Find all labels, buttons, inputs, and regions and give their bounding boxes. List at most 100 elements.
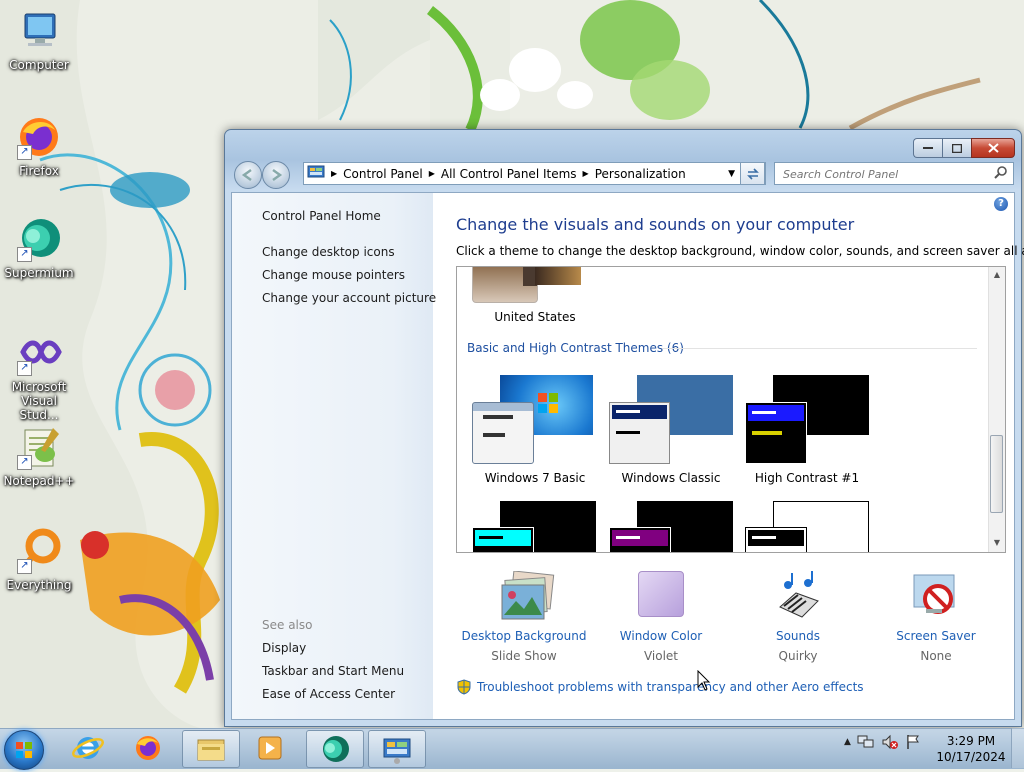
desktop-icon-label: Firefox [19,164,59,178]
theme-label-united-states[interactable]: United States [465,310,605,324]
desktop-icon-label: Notepad++ [3,474,75,488]
media-player-icon [258,736,282,760]
desktop-icon-everything[interactable]: ↗ Everything [1,528,77,592]
sounds-link[interactable]: Sounds [733,629,863,643]
shortcut-arrow-icon: ↗ [17,247,32,262]
troubleshoot-link-row[interactable]: Troubleshoot problems with transparency … [456,679,864,695]
desktop-icon-visual-studio[interactable]: ↗ Microsoft Visual Stud... [1,330,77,422]
breadcrumb-separator-icon: ▶ [331,169,338,178]
maximize-button[interactable] [942,138,971,158]
personalization-window: ▶ Control Panel ▶ All Control Panel Item… [224,129,1024,727]
desktop-icon-label: Everything [6,578,72,592]
desktop-background-link[interactable]: Desktop Background [459,629,589,643]
search-input[interactable] [781,164,990,185]
show-hidden-icons[interactable]: ▲ [844,737,851,747]
sidebar-link-desktop-icons[interactable]: Change desktop icons [262,245,395,259]
taskbar-clock[interactable]: 3:29 PM 10/17/2024 [936,733,1006,765]
sidebar-link-mouse-pointers[interactable]: Change mouse pointers [262,268,405,282]
see-also-display[interactable]: Display [262,641,306,655]
search-icon[interactable] [994,166,1007,182]
refresh-icon [746,167,759,180]
address-bar[interactable]: ▶ Control Panel ▶ All Control Panel Item… [303,162,766,185]
desktop-background-item[interactable]: Desktop Background Slide Show [459,570,589,663]
desktop-icon-label: Supermium [4,266,74,280]
theme-label-windows-7-basic[interactable]: Windows 7 Basic [465,471,605,485]
theme-thumbnail-united-states-back [535,267,581,285]
shortcut-arrow-icon: ↗ [17,361,32,376]
sidebar-link-control-panel-home[interactable]: Control Panel Home [262,209,381,223]
sounds-value: Quirky [778,649,818,663]
desktop-icon-firefox[interactable]: ↗ Firefox [1,114,77,178]
desktop-background-value: Slide Show [491,649,557,663]
theme-list-scrollbar[interactable]: ▲ ▼ [988,267,1005,552]
sounds-icon [772,571,824,623]
back-arrow-icon [241,168,252,182]
taskbar-media-player[interactable] [242,730,298,766]
window-color-link[interactable]: Window Color [596,629,726,643]
refresh-button[interactable] [740,162,765,185]
breadcrumb-control-panel[interactable]: Control Panel [343,167,423,181]
troubleshoot-link[interactable]: Troubleshoot problems with transparency … [477,680,864,694]
theme-label-windows-classic[interactable]: Windows Classic [601,471,741,485]
shield-icon [457,679,471,695]
close-button[interactable] [971,138,1015,158]
screen-saver-icon [910,571,962,623]
network-icon[interactable] [857,734,875,750]
minimize-button[interactable] [913,138,942,158]
breadcrumb-personalization[interactable]: Personalization [595,167,686,181]
window-color-item[interactable]: Window Color Violet [596,571,726,663]
search-box [774,162,1014,185]
window-controls [913,138,1015,158]
address-dropdown-icon[interactable]: ▼ [728,169,735,179]
page-title: Change the visuals and sounds on your co… [456,215,855,234]
folder-icon [197,739,225,761]
taskbar-file-explorer[interactable] [182,730,240,768]
show-desktop-button[interactable] [1011,728,1024,768]
mouse-cursor-icon [697,670,711,691]
sounds-item[interactable]: Sounds Quirky [733,571,863,663]
scroll-up-icon[interactable]: ▲ [989,267,1005,283]
firefox-icon: ↗ [15,114,63,162]
screen-saver-link[interactable]: Screen Saver [871,629,1001,643]
notepadpp-icon: ↗ [15,424,63,472]
taskbar-firefox[interactable] [120,730,176,766]
help-icon[interactable]: ? [994,197,1008,211]
window-color-swatch-icon [635,571,687,623]
everything-search-icon: ↗ [15,528,63,576]
sidebar-link-account-picture[interactable]: Change your account picture [262,291,436,305]
desktop-background-icon [498,570,555,623]
see-also-ease-of-access[interactable]: Ease of Access Center [262,687,395,701]
maximize-icon [952,143,962,153]
action-center-flag-icon[interactable] [905,734,921,750]
clock-date: 10/17/2024 [936,750,1006,764]
theme-group-basic-high-contrast: Basic and High Contrast Themes (6) [467,341,684,355]
minimize-icon [923,147,933,149]
internet-explorer-icon [72,737,104,759]
close-icon [987,143,999,153]
see-also-taskbar[interactable]: Taskbar and Start Menu [262,664,404,678]
desktop-icon-label: Microsoft Visual Stud... [11,380,67,422]
forward-button[interactable] [262,161,290,189]
taskbar-control-panel[interactable] [368,730,426,768]
taskbar-supermium[interactable] [306,730,364,768]
desktop-icon-supermium[interactable]: ↗ Supermium [1,216,77,280]
theme-label-high-contrast-1[interactable]: High Contrast #1 [737,471,877,485]
forward-arrow-icon [272,168,283,182]
windows-logo-icon [16,742,32,758]
screen-saver-value: None [920,649,952,663]
theme-thumbnail-united-states[interactable] [472,267,538,303]
desktop-icon-notepadpp[interactable]: ↗ Notepad++ [1,424,77,488]
desktop-icon-computer[interactable]: Computer [1,8,77,72]
volume-muted-icon[interactable] [881,734,899,750]
breadcrumb-all-items[interactable]: All Control Panel Items [441,167,577,181]
supermium-icon [323,736,349,762]
visual-studio-icon: ↗ [15,330,63,378]
taskbar-internet-explorer[interactable] [60,730,116,766]
back-button[interactable] [234,161,262,189]
scrollbar-thumb[interactable] [990,435,1003,513]
screen-saver-item[interactable]: Screen Saver None [871,571,1001,663]
scroll-down-icon[interactable]: ▼ [989,535,1005,551]
computer-icon [15,8,63,56]
start-button[interactable] [4,730,44,770]
theme-list[interactable]: United States Basic and High Contrast Th… [456,266,1006,553]
